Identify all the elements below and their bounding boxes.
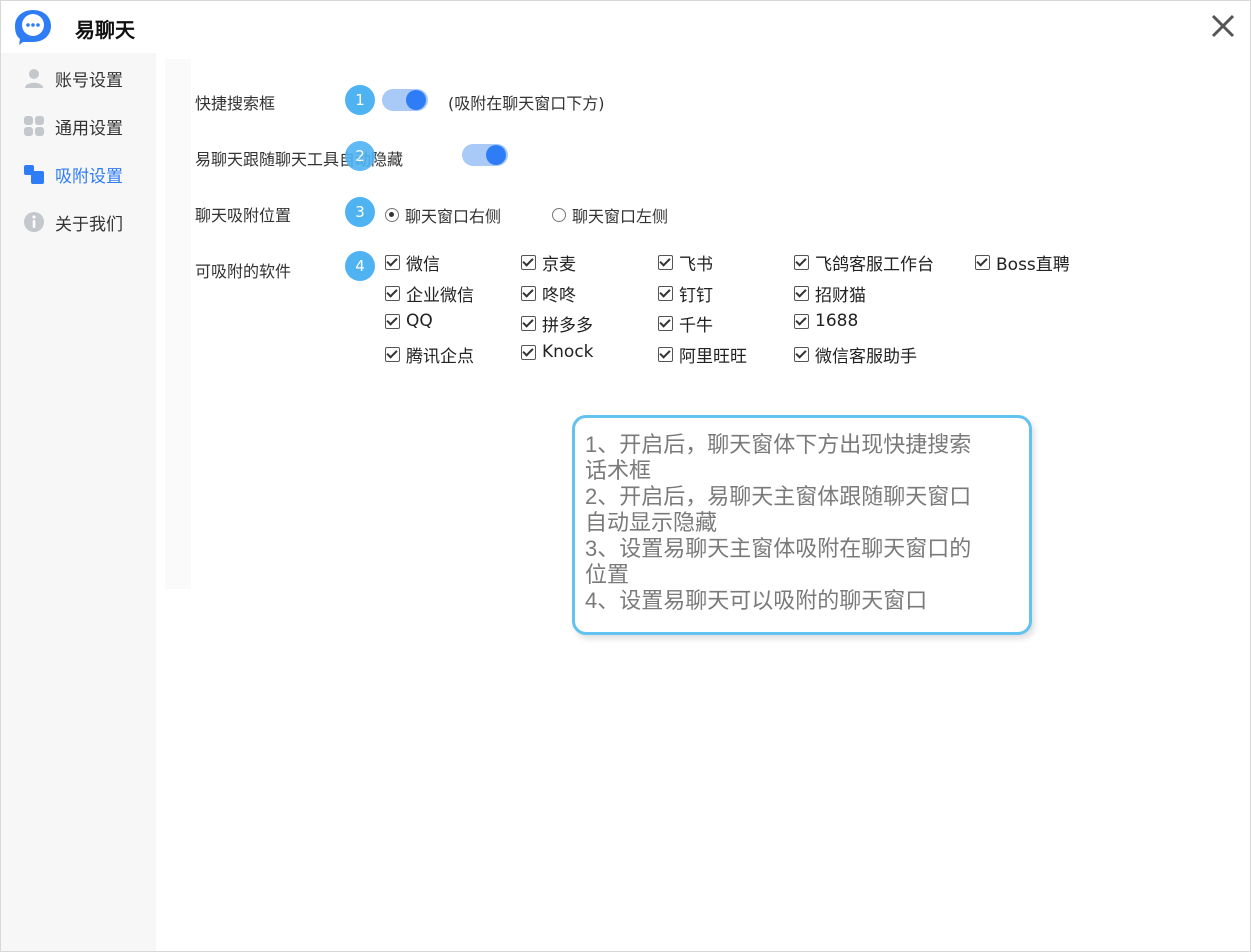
checkbox-label: 京麦 xyxy=(542,255,576,275)
step-badge-3: 3 xyxy=(345,197,375,227)
checkbox-box xyxy=(385,255,400,270)
checkbox-label: 飞书 xyxy=(679,255,713,275)
checkbox-label: 阿里旺旺 xyxy=(679,347,747,367)
radio-circle xyxy=(552,208,566,222)
checkbox-box xyxy=(521,255,536,270)
sidebar-item-general[interactable]: 通用设置 xyxy=(23,111,123,141)
title-bar: 易聊天 xyxy=(1,1,1250,53)
checkbox-software[interactable]: QQ xyxy=(385,311,433,331)
checkbox-box xyxy=(658,316,673,331)
checkbox-software[interactable]: 1688 xyxy=(794,311,858,331)
checkbox-box xyxy=(521,344,536,360)
attach-icon xyxy=(24,165,44,184)
checkbox-label: 咚咚 xyxy=(542,286,576,306)
checkbox-label: 1688 xyxy=(815,311,859,331)
checkbox-software[interactable]: 阿里旺旺 xyxy=(658,342,747,367)
step-badge-1: 1 xyxy=(345,85,375,115)
checkbox-software[interactable]: 腾讯企点 xyxy=(385,342,474,367)
grid-icon xyxy=(24,116,44,136)
checkbox-label: Boss直聘 xyxy=(996,255,1070,275)
checkbox-software[interactable]: 招财猫 xyxy=(794,281,866,306)
step-badge-2: 2 xyxy=(345,141,375,171)
checkbox-box xyxy=(658,286,673,301)
checkbox-label: 腾讯企点 xyxy=(406,347,474,367)
checkbox-software[interactable]: 微信 xyxy=(385,250,440,275)
callout-line: 话术框 xyxy=(585,458,652,483)
sidebar-item-account[interactable]: 账号设置 xyxy=(23,63,123,93)
quick-search-label: 快捷搜索框 xyxy=(195,94,276,113)
radio-position-right[interactable]: 聊天窗口右侧 xyxy=(385,203,501,227)
info-icon xyxy=(24,212,44,232)
checkbox-software[interactable]: 拼多多 xyxy=(521,311,593,336)
app-logo-icon xyxy=(15,10,51,45)
toggle-knob xyxy=(486,145,506,165)
checkbox-label: 千牛 xyxy=(679,316,713,336)
callout-line: 2、开启后，易聊天主窗体跟随聊天窗口 xyxy=(585,484,972,509)
radio-position-left[interactable]: 聊天窗口左侧 xyxy=(552,203,668,227)
checkbox-box xyxy=(794,255,809,270)
checkbox-label: 飞鸽客服工作台 xyxy=(815,255,934,275)
checkbox-box xyxy=(975,255,990,270)
checkbox-software[interactable]: 咚咚 xyxy=(521,281,576,306)
radio-label: 聊天窗口右侧 xyxy=(405,207,502,226)
checkbox-box xyxy=(521,286,536,301)
software-label: 可吸附的软件 xyxy=(195,262,292,281)
close-icon[interactable] xyxy=(1208,11,1238,41)
checkbox-label: QQ xyxy=(406,311,433,331)
sidebar-item-about[interactable]: 关于我们 xyxy=(23,207,123,237)
checkbox-software[interactable]: 京麦 xyxy=(521,250,576,275)
checkbox-label: 钉钉 xyxy=(679,286,713,306)
callout-line: 4、设置易聊天可以吸附的聊天窗口 xyxy=(585,588,928,613)
checkbox-software[interactable]: 企业微信 xyxy=(385,281,474,306)
callout-line: 3、设置易聊天主窗体吸附在聊天窗口的 xyxy=(585,536,972,561)
checkbox-software[interactable]: Knock xyxy=(521,342,594,362)
checkbox-box xyxy=(385,347,400,362)
checkbox-box xyxy=(385,313,400,329)
step-badge-4: 4 xyxy=(345,251,375,281)
checkbox-software[interactable]: 微信客服助手 xyxy=(794,342,917,367)
checkbox-label: Knock xyxy=(542,342,594,362)
sidebar-item-attach[interactable]: 吸附设置 xyxy=(23,159,123,189)
checkbox-label: 企业微信 xyxy=(406,286,474,306)
callout-line: 1、开启后，聊天窗体下方出现快捷搜索 xyxy=(585,432,972,457)
callout-line: 自动显示隐藏 xyxy=(585,510,718,535)
sidebar-item-label: 账号设置 xyxy=(55,70,123,91)
app-title: 易聊天 xyxy=(75,18,135,42)
checkbox-software[interactable]: Boss直聘 xyxy=(975,250,1070,275)
checkbox-box xyxy=(658,347,673,362)
settings-window: 易聊天 账号设置 通用设置 吸附设置 关于我们 快捷搜索框 1 (吸附在聊天窗口… xyxy=(0,0,1251,952)
checkbox-software[interactable]: 飞鸽客服工作台 xyxy=(794,250,934,275)
radio-label: 聊天窗口左侧 xyxy=(572,207,669,226)
checkbox-box xyxy=(794,347,809,362)
user-icon xyxy=(25,69,43,88)
quick-search-hint: (吸附在聊天窗口下方) xyxy=(448,94,605,113)
checkbox-label: 拼多多 xyxy=(542,316,593,336)
checkbox-box xyxy=(658,255,673,270)
sidebar-item-label: 吸附设置 xyxy=(55,166,123,187)
checkbox-box xyxy=(385,286,400,301)
checkbox-label: 招财猫 xyxy=(815,286,866,306)
checkbox-software[interactable]: 千牛 xyxy=(658,311,713,336)
checkbox-label: 微信客服助手 xyxy=(815,347,917,367)
checkbox-box xyxy=(794,286,809,301)
sidebar: 账号设置 通用设置 吸附设置 关于我们 xyxy=(1,53,156,951)
checkbox-software[interactable]: 飞书 xyxy=(658,250,713,275)
panel-divider xyxy=(165,59,191,589)
checkbox-label: 微信 xyxy=(406,255,440,275)
checkbox-box xyxy=(521,316,536,331)
position-label: 聊天吸附位置 xyxy=(195,206,292,225)
auto-hide-toggle[interactable] xyxy=(462,144,508,166)
quick-search-toggle[interactable] xyxy=(382,89,428,111)
checkbox-software[interactable]: 钉钉 xyxy=(658,281,713,306)
radio-circle xyxy=(385,208,399,222)
callout-line: 位置 xyxy=(585,562,630,587)
toggle-knob xyxy=(406,90,426,110)
checkbox-box xyxy=(794,313,809,329)
sidebar-item-label: 关于我们 xyxy=(55,214,123,235)
sidebar-item-label: 通用设置 xyxy=(55,118,123,139)
instruction-callout: 1、开启后，聊天窗体下方出现快捷搜索 话术框 2、开启后，易聊天主窗体跟随聊天窗… xyxy=(572,415,1032,635)
